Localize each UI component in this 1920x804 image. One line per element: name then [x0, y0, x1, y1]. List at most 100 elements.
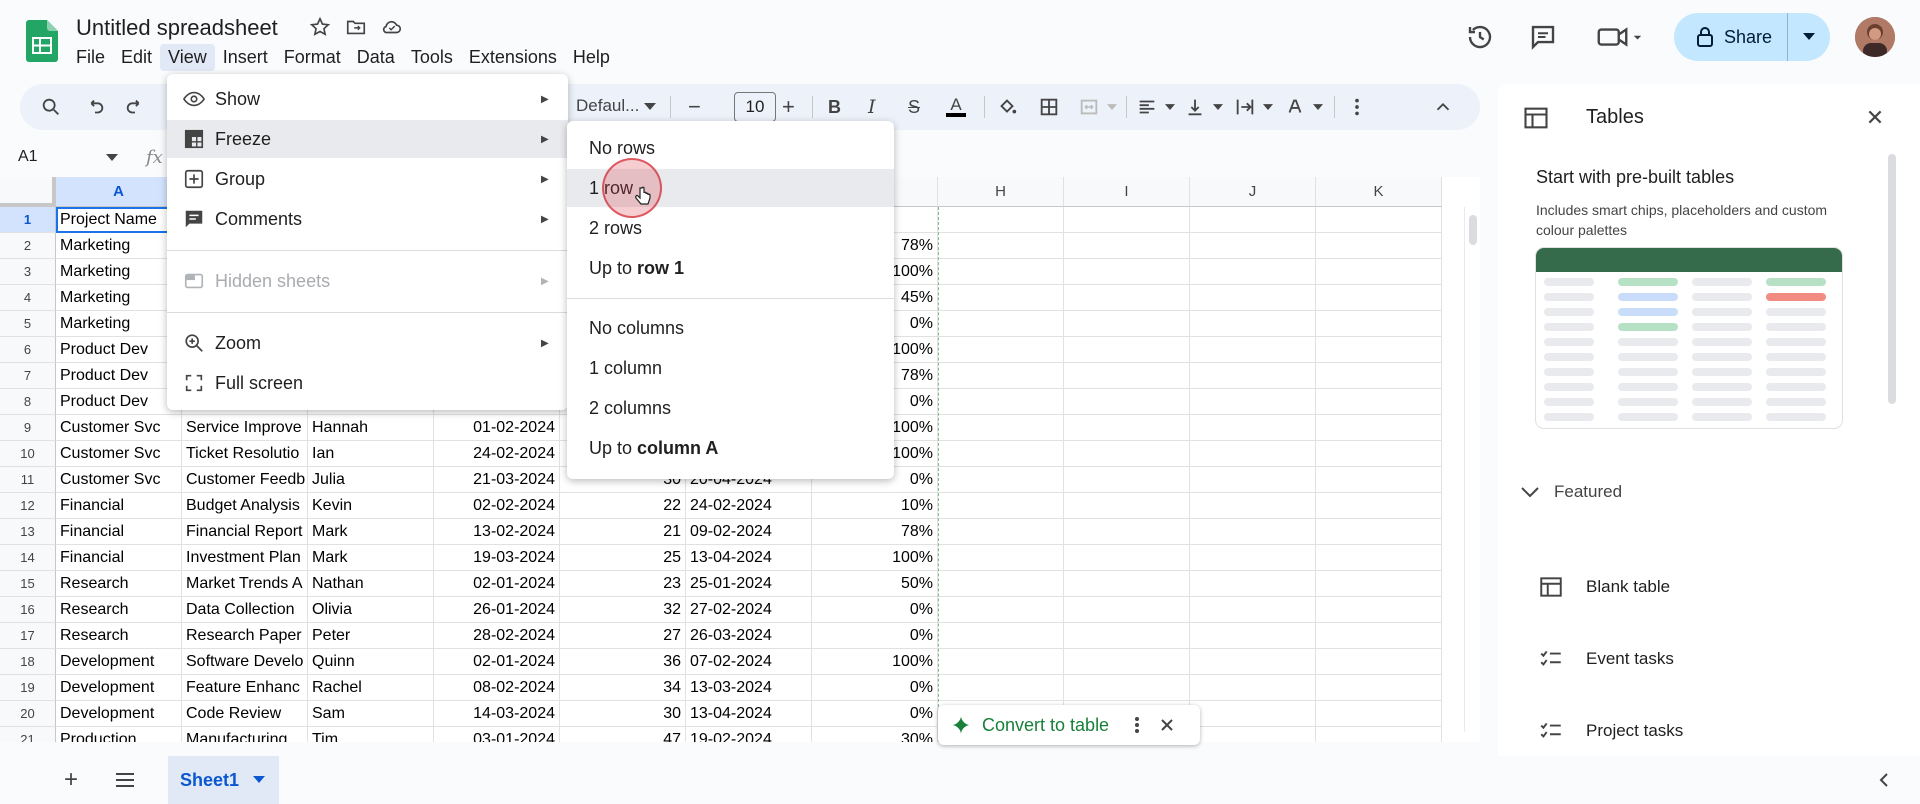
grid-cell[interactable]: 10% [812, 493, 938, 519]
grid-cell[interactable]: 78% [812, 519, 938, 545]
cloud-saved-icon[interactable] [381, 16, 403, 38]
grid-cell[interactable]: 50% [812, 571, 938, 597]
grid-cell[interactable] [1316, 233, 1442, 259]
font-size-input[interactable]: 10 [734, 92, 776, 122]
merge-cells-button[interactable] [1078, 95, 1100, 119]
star-icon[interactable] [309, 16, 331, 38]
grid-cell[interactable] [1190, 207, 1316, 233]
grid-cell[interactable] [1064, 623, 1190, 649]
grid-cell[interactable]: Financial [56, 545, 182, 571]
scrollbar-thumb[interactable] [1469, 215, 1477, 245]
grid-cell[interactable] [1316, 337, 1442, 363]
grid-cell[interactable] [1316, 675, 1442, 701]
grid-cell[interactable] [1316, 311, 1442, 337]
view-menu-freeze[interactable]: Freeze ▶ [167, 120, 568, 158]
grid-cell[interactable]: 25-01-2024 [686, 571, 812, 597]
freeze-1-column[interactable]: 1 column [567, 349, 894, 387]
grid-cell[interactable] [938, 233, 1064, 259]
grid-cell[interactable] [1064, 571, 1190, 597]
row-header[interactable]: 3 [0, 259, 56, 285]
italic-button[interactable]: I [868, 95, 876, 119]
grid-cell[interactable] [1316, 207, 1442, 233]
grid-cell[interactable]: Financial Report [182, 519, 308, 545]
menu-insert[interactable]: Insert [215, 44, 276, 71]
grid-cell[interactable]: Ian [308, 441, 434, 467]
grid-cell[interactable] [1316, 727, 1442, 742]
grid-cell[interactable] [1190, 519, 1316, 545]
grid-cell[interactable]: Research [56, 623, 182, 649]
grid-cell[interactable] [1064, 207, 1190, 233]
row-header[interactable]: 4 [0, 285, 56, 311]
grid-cell[interactable] [1190, 675, 1316, 701]
grid-cell[interactable]: Investment Plan [182, 545, 308, 571]
row-header[interactable]: 18 [0, 649, 56, 675]
font-dropdown-arrow[interactable] [642, 95, 658, 119]
table-preview-image[interactable] [1536, 248, 1842, 428]
grid-cell[interactable] [1316, 519, 1442, 545]
view-menu-zoom[interactable]: Zoom ▶ [167, 324, 568, 362]
grid-cell[interactable]: Peter [308, 623, 434, 649]
grid-cell[interactable] [1190, 233, 1316, 259]
search-menus-button[interactable] [40, 95, 62, 119]
row-header[interactable]: 7 [0, 363, 56, 389]
grid-cell[interactable] [1316, 649, 1442, 675]
row-header[interactable]: 5 [0, 311, 56, 337]
convert-to-table-label[interactable]: Convert to table [982, 715, 1109, 736]
grid-cell[interactable]: Product Dev [56, 363, 182, 389]
borders-button[interactable] [1038, 95, 1060, 119]
grid-cell[interactable] [1190, 727, 1316, 742]
grid-cell[interactable] [1316, 363, 1442, 389]
menu-view[interactable]: View [160, 44, 215, 71]
grid-cell[interactable] [1190, 701, 1316, 727]
menu-help[interactable]: Help [565, 44, 618, 71]
grid-cell[interactable] [1316, 467, 1442, 493]
caret-down-icon[interactable] [253, 776, 266, 784]
panel-scrollbar[interactable] [1888, 154, 1896, 404]
row-header[interactable]: 13 [0, 519, 56, 545]
document-title[interactable]: Untitled spreadsheet [76, 15, 278, 41]
grid-cell[interactable]: 21 [560, 519, 686, 545]
grid-cell[interactable]: 0% [812, 701, 938, 727]
grid-cell[interactable] [1064, 493, 1190, 519]
grid-cell[interactable]: 22 [560, 493, 686, 519]
horizontal-align-button[interactable] [1136, 95, 1158, 119]
grid-cell[interactable]: 24-02-2024 [686, 493, 812, 519]
grid-cell[interactable]: Development [56, 701, 182, 727]
version-history-icon[interactable] [1465, 22, 1495, 52]
grid-cell[interactable] [1316, 441, 1442, 467]
grid-cell[interactable] [1190, 441, 1316, 467]
add-sheet-button[interactable]: + [64, 766, 78, 794]
grid-cell[interactable] [938, 545, 1064, 571]
grid-cell[interactable]: 30% [812, 727, 938, 742]
menu-file[interactable]: File [68, 44, 113, 71]
grid-cell[interactable] [1190, 623, 1316, 649]
freeze-up-to-row[interactable]: Up to row 1 [567, 249, 894, 287]
grid-cell[interactable] [1316, 597, 1442, 623]
grid-cell[interactable] [938, 675, 1064, 701]
row-header[interactable]: 21 [0, 727, 56, 742]
grid-cell[interactable] [1190, 337, 1316, 363]
all-sheets-menu-icon[interactable] [114, 772, 136, 788]
grid-cell[interactable] [1316, 259, 1442, 285]
view-menu-group[interactable]: Group ▶ [167, 160, 568, 198]
sheets-logo-icon[interactable] [26, 20, 58, 62]
grid-cell[interactable] [1316, 415, 1442, 441]
row-header[interactable]: 20 [0, 701, 56, 727]
grid-cell[interactable] [938, 519, 1064, 545]
grid-cell[interactable]: Customer Svc [56, 441, 182, 467]
grid-cell[interactable] [938, 623, 1064, 649]
grid-cell[interactable] [1316, 285, 1442, 311]
grid-cell[interactable]: 13-04-2024 [686, 545, 812, 571]
grid-cell[interactable] [1064, 363, 1190, 389]
freeze-2-columns[interactable]: 2 columns [567, 389, 894, 427]
grid-cell[interactable]: Olivia [308, 597, 434, 623]
valign-dropdown-arrow[interactable] [1212, 95, 1224, 119]
grid-cell[interactable]: Data Collection [182, 597, 308, 623]
grid-cell[interactable] [1190, 649, 1316, 675]
merge-dropdown-arrow[interactable] [1106, 95, 1118, 119]
grid-cell[interactable]: 08-02-2024 [434, 675, 560, 701]
grid-cell[interactable]: Market Trends A [182, 571, 308, 597]
font-family-select[interactable]: Defaul... [576, 96, 639, 116]
grid-cell[interactable]: 0% [812, 623, 938, 649]
grid-cell[interactable] [938, 493, 1064, 519]
